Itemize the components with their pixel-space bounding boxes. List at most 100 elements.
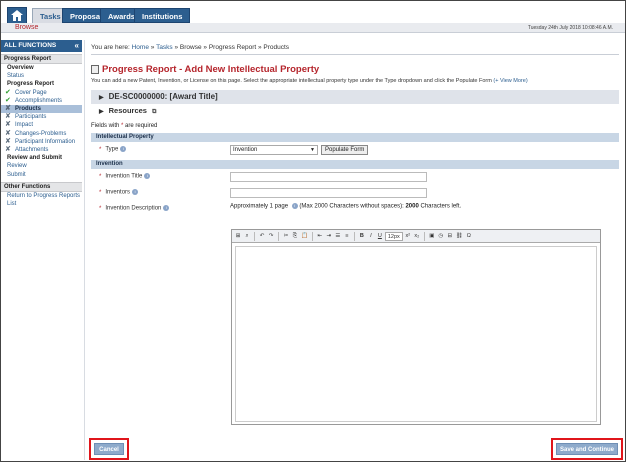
sidebar-item-impact[interactable]: ✘ Impact bbox=[1, 121, 82, 129]
sidebar-item-label: Changes-Problems bbox=[15, 130, 67, 137]
breadcrumb-tasks[interactable]: Tasks bbox=[156, 44, 173, 51]
bold-icon[interactable]: B bbox=[358, 232, 366, 241]
sidebar-header-label: ALL FUNCTIONS bbox=[4, 42, 57, 49]
populate-form-button[interactable]: Populate Form bbox=[321, 145, 369, 155]
chevron-down-icon: ▼ bbox=[310, 147, 315, 153]
required-note-pre: Fields with bbox=[91, 123, 120, 129]
sidebar-item-accomplishments[interactable]: ✔ Accomplishments bbox=[1, 97, 82, 105]
award-title: DE-SC0000000: [Award Title] bbox=[108, 92, 218, 101]
section-invention: Invention bbox=[91, 160, 619, 169]
tab-institutions[interactable]: Institutions bbox=[134, 8, 191, 23]
numbered-list-icon[interactable]: ≡ bbox=[343, 232, 351, 241]
sidebar-item-overview: Overview bbox=[1, 64, 82, 72]
sidebar-item-changes-problems[interactable]: ✘ Changes-Problems bbox=[1, 130, 82, 138]
image-icon[interactable]: ▣ bbox=[428, 232, 436, 241]
redo-icon[interactable]: ↷ bbox=[267, 232, 275, 241]
required-note: Fields with * are required bbox=[91, 122, 619, 130]
intro-body: You can add a new Patent, Invention, or … bbox=[91, 78, 492, 84]
sidebar-item-submit[interactable]: Submit bbox=[1, 171, 82, 179]
external-link-icon: ⧉ bbox=[152, 109, 157, 115]
sidebar-header: ALL FUNCTIONS « bbox=[1, 40, 82, 52]
expand-triangle-icon: ▶ bbox=[99, 109, 104, 115]
section-intellectual-property: Intellectual Property bbox=[91, 133, 619, 142]
sidebar: ALL FUNCTIONS « Progress Report Overview… bbox=[1, 40, 82, 225]
save-and-continue-button[interactable]: Save and Continue bbox=[556, 443, 618, 455]
clock-icon[interactable]: ◷ bbox=[437, 232, 445, 241]
info-icon[interactable]: i bbox=[291, 203, 298, 209]
indent-icon[interactable]: ⇥ bbox=[325, 232, 333, 241]
page-title-text: Progress Report - Add New Intellectual P… bbox=[102, 64, 320, 75]
info-icon[interactable]: i bbox=[120, 146, 127, 152]
resources-toggle[interactable]: ▶ Resources ⧉ bbox=[91, 104, 619, 118]
check-icon: ✔ bbox=[5, 96, 11, 104]
sidebar-item-status[interactable]: Status bbox=[1, 72, 82, 80]
breadcrumb: You are here: Home » Tasks » Browse » Pr… bbox=[91, 40, 619, 55]
characters-left-count: 2000 bbox=[405, 203, 419, 210]
find-icon[interactable]: ⌕ bbox=[243, 232, 251, 241]
sidebar-item-label: Participants bbox=[15, 114, 47, 121]
inventors-input[interactable] bbox=[230, 188, 427, 198]
bullet-list-icon[interactable]: ☰ bbox=[334, 232, 342, 241]
sidebar-item-label: Attachments bbox=[15, 147, 49, 154]
sidebar-item-list[interactable]: List bbox=[1, 200, 82, 208]
sidebar-item-progress-report: Progress Report bbox=[1, 80, 82, 88]
table-icon[interactable]: ⊟ bbox=[446, 232, 454, 241]
incomplete-icon: ✘ bbox=[5, 146, 11, 154]
invention-description-row: * Invention Description i Approximately 1 … bbox=[91, 201, 619, 217]
incomplete-icon: ✘ bbox=[5, 137, 11, 145]
inventors-label: * Inventors i bbox=[99, 189, 139, 196]
superscript-icon[interactable]: x² bbox=[404, 232, 412, 241]
current-datetime: Tuesday 24th July 2018 10:08:46 A.M. bbox=[527, 25, 613, 31]
sidebar-item-label: Status bbox=[7, 73, 25, 80]
sidebar-item-return[interactable]: Return to Progress Reports bbox=[1, 192, 82, 200]
sidebar-item-products[interactable]: ✘ Products bbox=[1, 105, 82, 114]
home-button[interactable] bbox=[7, 7, 27, 24]
underline-icon[interactable]: U bbox=[376, 232, 384, 241]
character-limit-note: Approximately 1 page i (Max 2000 Charact… bbox=[230, 203, 462, 210]
sidebar-item-cover-page[interactable]: ✔ Cover Page bbox=[1, 89, 82, 97]
sidebar-item-label: Overview bbox=[7, 65, 34, 71]
incomplete-icon: ✘ bbox=[5, 129, 11, 137]
info-icon[interactable]: i bbox=[132, 189, 139, 195]
sidebar-item-label: Progress Report bbox=[7, 81, 55, 88]
subnav-browse[interactable]: Browse bbox=[15, 23, 38, 33]
sidebar-item-review-and-submit: Review and Submit bbox=[1, 154, 82, 162]
sidebar-item-attachments[interactable]: ✘ Attachments bbox=[1, 146, 82, 154]
font-size-select[interactable]: 12px bbox=[384, 231, 403, 241]
collapse-icon[interactable]: « bbox=[75, 40, 79, 51]
award-header[interactable]: ▶ DE-SC0000000: [Award Title] bbox=[91, 90, 619, 104]
italic-icon[interactable]: I bbox=[367, 232, 375, 241]
home-icon bbox=[11, 10, 23, 21]
sidebar-items: Overview Status Progress Report ✔ Cover Page… bbox=[1, 64, 82, 179]
document-icon bbox=[91, 65, 99, 74]
sidebar-item-participant-information[interactable]: ✘ Participant Information bbox=[1, 138, 82, 146]
special-char-icon[interactable]: Ω bbox=[465, 232, 473, 241]
sidebar-item-participants[interactable]: ✘ Participants bbox=[1, 113, 82, 121]
source-icon[interactable]: ⊞ bbox=[234, 232, 242, 241]
view-more-link[interactable]: (+ View More) bbox=[493, 78, 527, 84]
outdent-icon[interactable]: ⇤ bbox=[316, 232, 324, 241]
invention-title-input[interactable] bbox=[230, 172, 427, 182]
cancel-button[interactable]: Cancel bbox=[94, 443, 124, 455]
paste-icon[interactable]: 📋 bbox=[300, 232, 309, 241]
breadcrumb-home[interactable]: Home bbox=[132, 44, 149, 51]
info-icon[interactable]: i bbox=[163, 205, 170, 211]
cut-icon[interactable]: ✂ bbox=[282, 232, 290, 241]
link-icon[interactable]: ⛓ bbox=[455, 232, 464, 241]
description-textarea[interactable] bbox=[235, 246, 597, 422]
required-note-post: are required bbox=[125, 123, 158, 129]
save-highlight: Save and Continue bbox=[551, 438, 623, 460]
type-row: * Type i Invention ▼ Populate Form bbox=[91, 142, 619, 158]
required-asterisk-icon: * bbox=[121, 123, 124, 129]
undo-icon[interactable]: ↶ bbox=[258, 232, 266, 241]
subscript-icon[interactable]: x₂ bbox=[413, 232, 421, 241]
editor-toolbar: ⊞ ⌕ ↶ ↷ ✂ ⎘ 📋 ⇤ ⇥ ☰ ≡ B I U 12px x² x₂ ▣… bbox=[232, 230, 600, 243]
breadcrumb-browse: Browse bbox=[179, 44, 202, 51]
type-select[interactable]: Invention ▼ bbox=[230, 145, 318, 155]
info-icon[interactable]: i bbox=[144, 173, 151, 179]
cancel-highlight: Cancel bbox=[89, 438, 129, 460]
resources-label: Resources bbox=[108, 106, 147, 115]
copy-icon[interactable]: ⎘ bbox=[291, 232, 299, 241]
breadcrumb-prefix: You are here: bbox=[91, 44, 130, 51]
sidebar-item-review[interactable]: Review bbox=[1, 162, 82, 170]
